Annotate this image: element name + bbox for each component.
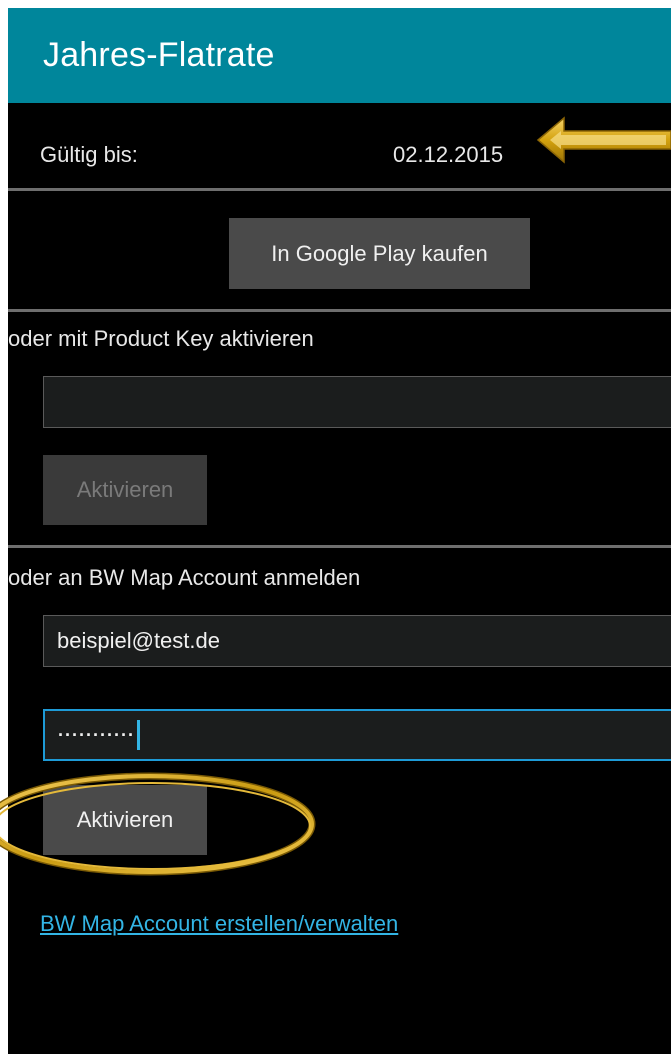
divider-account xyxy=(8,545,671,548)
password-field[interactable]: ··········· xyxy=(43,709,671,761)
email-field[interactable]: beispiel@test.de xyxy=(43,615,671,667)
product-key-input[interactable] xyxy=(43,376,671,428)
product-key-section-label: oder mit Product Key aktivieren xyxy=(8,326,314,351)
account-manage-link[interactable]: BW Map Account erstellen/verwalten xyxy=(40,911,398,937)
title-bar: Jahres-Flatrate xyxy=(8,8,671,103)
validity-date: 02.12.2015 xyxy=(393,142,504,167)
divider-product-key xyxy=(8,309,671,312)
text-caret xyxy=(136,720,140,750)
google-play-buy-button[interactable]: In Google Play kaufen xyxy=(229,218,530,289)
gold-arrow-left-icon xyxy=(536,116,671,164)
validity-label: Gültig bis: xyxy=(40,142,138,167)
page-title: Jahres-Flatrate xyxy=(43,36,275,74)
app-screen: Jahres-Flatrate Gültig bis: 02.12.2015 I… xyxy=(8,8,671,1054)
email-field-value: beispiel@test.de xyxy=(57,628,220,653)
account-section-label: oder an BW Map Account anmelden xyxy=(8,565,361,590)
password-field-mask: ··········· xyxy=(58,725,135,745)
divider-top xyxy=(8,188,671,191)
gold-oval-highlight-icon xyxy=(0,772,316,876)
product-key-activate-button[interactable]: Aktivieren xyxy=(43,455,207,525)
